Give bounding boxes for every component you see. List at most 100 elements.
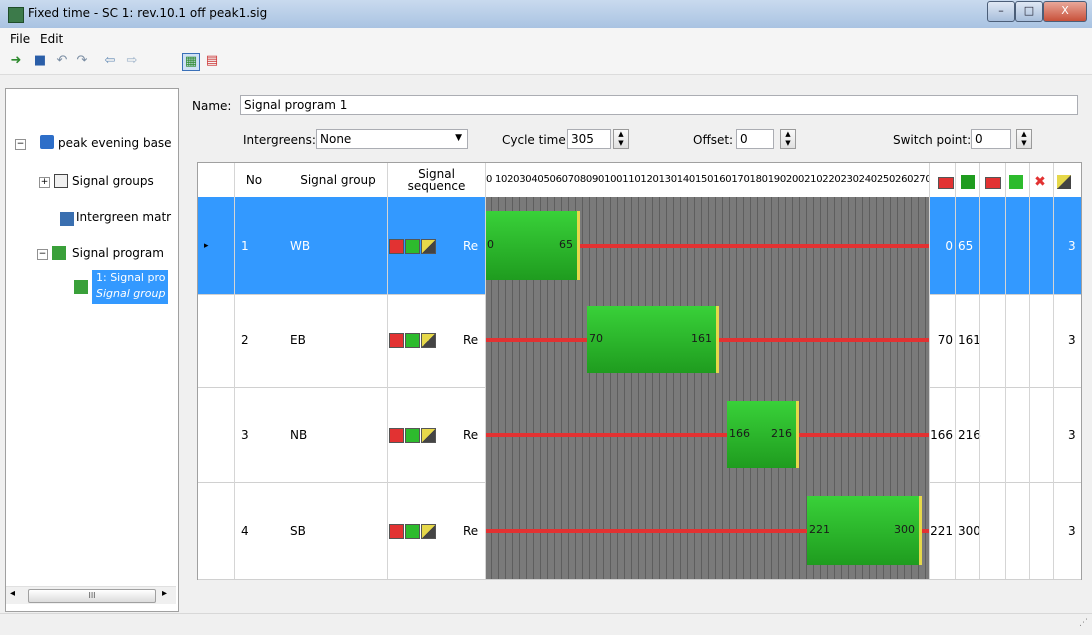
- timeline-row[interactable]: 166 216: [485, 387, 929, 482]
- row-signal-group: SB: [290, 523, 306, 538]
- seq-red-icon: [389, 523, 404, 539]
- cycle-time-label: Cycle time:: [502, 133, 570, 147]
- tree-item-intergreen[interactable]: Intergreen matr: [76, 210, 171, 224]
- tree-item-signal-program[interactable]: Signal program: [72, 246, 164, 260]
- table-row[interactable]: ▸ 1 WB Re 0 65 0 65 3: [198, 197, 1081, 295]
- scroll-left-icon[interactable]: ◂: [10, 588, 15, 599]
- timeline-row[interactable]: 70 161: [485, 292, 929, 387]
- header-timeline: 0 10203040506070809010011012013014015016…: [486, 174, 930, 185]
- seq-red-icon: [389, 238, 404, 254]
- tree-horizontal-scrollbar[interactable]: ◂ III ▸: [6, 586, 176, 604]
- table-row[interactable]: 3 NB Re 166 216 166 216 3: [198, 387, 1081, 483]
- signal-program-icon: [52, 246, 66, 260]
- seq-amber-icon: [421, 523, 436, 539]
- toolbar: ➜ ■ ↶ ↷ ⇦ ⇨ ▦ ▤: [0, 50, 1092, 75]
- row-amber-duration: 3: [1068, 427, 1076, 442]
- menu-bar: File Edit: [0, 28, 1092, 50]
- red-state-icon: [938, 177, 954, 189]
- forward-icon[interactable]: ⇨: [124, 53, 140, 69]
- intergreens-select[interactable]: None ▼: [316, 129, 468, 149]
- view-graphic-icon[interactable]: ▦: [182, 53, 200, 71]
- row-number: 2: [241, 332, 249, 347]
- collapse-signal-program-icon[interactable]: −: [37, 249, 48, 260]
- green-end-label: 216: [771, 426, 792, 440]
- column-divider: [955, 163, 956, 579]
- row-sequence-label: Re: [463, 427, 479, 442]
- minimize-button[interactable]: –: [987, 1, 1015, 22]
- switch-point-input[interactable]: 0: [971, 129, 1011, 149]
- cycle-time-input[interactable]: 305: [567, 129, 611, 149]
- green-state-icon: [961, 175, 975, 189]
- tree-item-signal-groups[interactable]: Signal groups: [72, 174, 154, 188]
- header-signal-sequence[interactable]: Signal sequence: [388, 163, 485, 197]
- column-divider: [929, 163, 930, 579]
- column-divider: [387, 163, 388, 579]
- green-end-label: 161: [691, 331, 712, 345]
- row-amber-duration: 3: [1068, 238, 1076, 253]
- row-green-start: 0: [945, 238, 953, 253]
- timeline-row[interactable]: 221 300: [485, 482, 929, 579]
- maximize-button[interactable]: □: [1015, 1, 1043, 22]
- header-no[interactable]: No: [234, 163, 274, 197]
- table-row[interactable]: 4 SB Re 221 300 221 300 3: [198, 482, 1081, 580]
- close-button[interactable]: X: [1043, 1, 1087, 22]
- expand-signal-groups-icon[interactable]: +: [39, 177, 50, 188]
- green-phase-bar[interactable]: 0 65: [485, 211, 580, 280]
- chevron-down-icon: ▼: [455, 133, 462, 143]
- switch-point-spinner[interactable]: ▲ ▼: [1016, 129, 1032, 149]
- offset-label: Offset:: [693, 133, 734, 147]
- row-sequence-label: Re: [463, 523, 479, 538]
- green-phase-bar[interactable]: 166 216: [727, 401, 799, 468]
- green-phase-bar[interactable]: 221 300: [807, 496, 922, 565]
- header-signal-group[interactable]: Signal group: [288, 163, 388, 197]
- seq-green-icon: [405, 523, 420, 539]
- red-phase-line: [485, 432, 929, 437]
- row-green-start: 221: [930, 523, 953, 538]
- flashing-red-icon: ✖: [1034, 174, 1046, 190]
- row-green-end: 65: [958, 238, 974, 253]
- offset-input[interactable]: 0: [736, 129, 774, 149]
- name-input[interactable]: Signal program 1: [240, 95, 1078, 115]
- app-icon: [8, 7, 24, 23]
- row-signal-group: EB: [290, 332, 306, 347]
- save-icon[interactable]: ■: [32, 53, 48, 69]
- column-divider: [234, 163, 235, 579]
- row-green-end: 216: [958, 427, 981, 442]
- row-number: 3: [241, 427, 249, 442]
- seq-green-icon: [405, 427, 420, 443]
- green-start-label: 70: [589, 331, 603, 345]
- intergreen-matrix-icon: [60, 212, 74, 226]
- timeline-row[interactable]: 0 65: [485, 197, 929, 294]
- scroll-thumb[interactable]: III: [28, 589, 156, 603]
- menu-file[interactable]: File: [10, 32, 30, 46]
- grid-header: No Signal group Signal sequence 0 102030…: [198, 163, 1081, 198]
- scroll-right-icon[interactable]: ▸: [162, 588, 167, 599]
- seq-green-icon: [405, 332, 420, 348]
- view-table-icon[interactable]: ▤: [204, 53, 220, 69]
- open-icon[interactable]: ➜: [8, 53, 24, 69]
- intergreens-value: None: [320, 132, 352, 146]
- menu-edit[interactable]: Edit: [40, 32, 63, 46]
- table-row[interactable]: 2 EB Re 70 161 70 161 3: [198, 292, 1081, 388]
- tree-item-selected-program[interactable]: 1: Signal pro Signal group: [92, 270, 168, 304]
- tree-item-root[interactable]: peak evening base: [58, 136, 172, 150]
- green-phase-bar[interactable]: 70 161: [587, 306, 719, 373]
- application-window: Fixed time - SC 1: rev.10.1 off peak1.si…: [0, 0, 1092, 635]
- green-start-label: 166: [729, 426, 750, 440]
- selected-program-sublabel: Signal group: [96, 287, 166, 300]
- navigation-tree: − peak evening base + Signal groups Inte…: [5, 88, 179, 612]
- row-pointer-icon: ▸: [204, 240, 209, 251]
- collapse-root-icon[interactable]: −: [15, 139, 26, 150]
- undo-icon[interactable]: ↶: [54, 53, 70, 69]
- row-sequence-label: Re: [463, 238, 479, 253]
- header-signal-sequence-line2: sequence: [407, 179, 466, 193]
- resize-grip-icon[interactable]: ⋰: [1079, 618, 1088, 628]
- cycle-time-spinner[interactable]: ▲ ▼: [613, 129, 629, 149]
- row-amber-duration: 3: [1068, 332, 1076, 347]
- offset-spinner[interactable]: ▲ ▼: [780, 129, 796, 149]
- row-sequence-label: Re: [463, 332, 479, 347]
- seq-red-icon: [389, 332, 404, 348]
- redo-icon[interactable]: ↷: [74, 53, 90, 69]
- back-icon[interactable]: ⇦: [102, 53, 118, 69]
- column-divider: [1005, 163, 1006, 579]
